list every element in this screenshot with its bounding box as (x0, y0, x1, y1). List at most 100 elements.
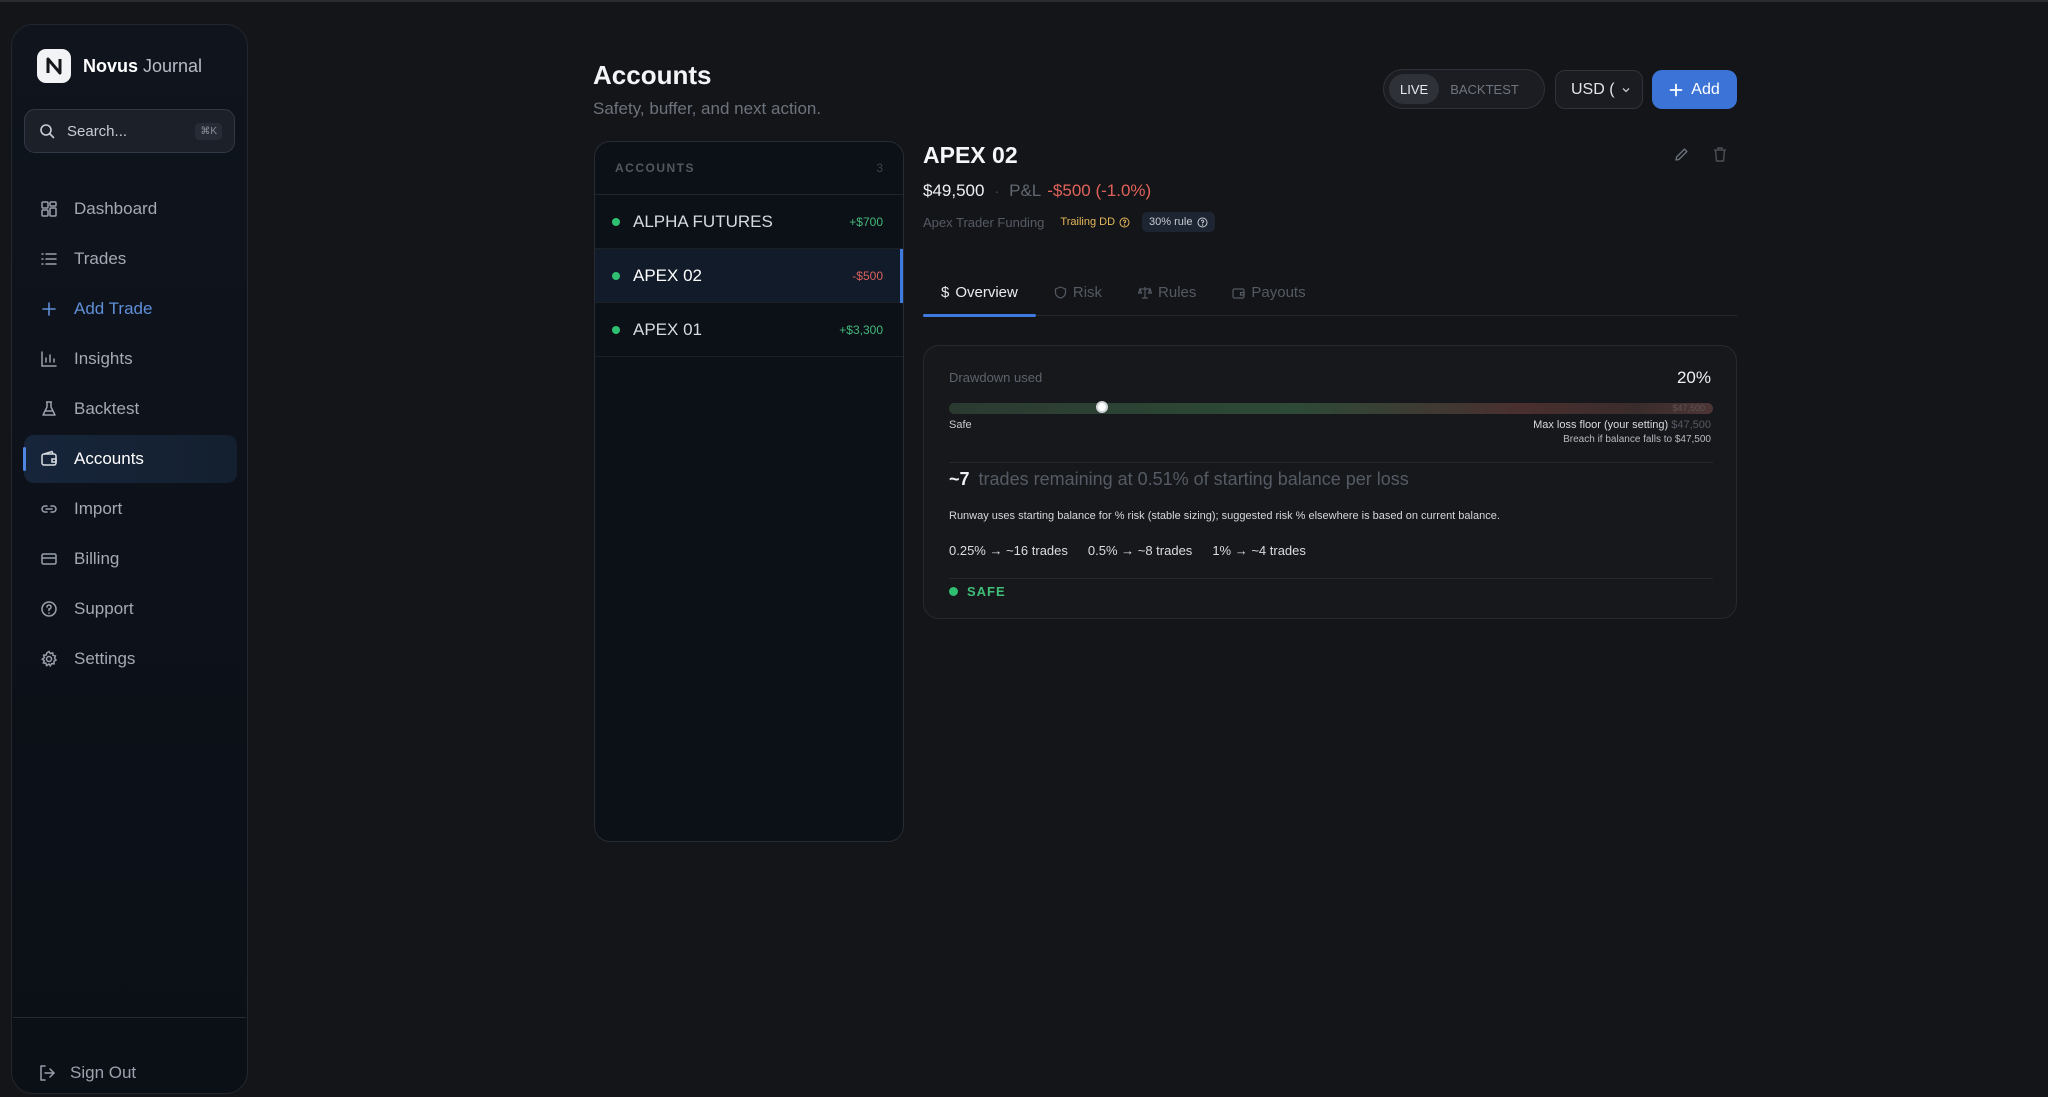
info-icon (1197, 217, 1208, 228)
account-name: ALPHA FUTURES (633, 211, 773, 231)
scenario-item: 0.5% → ~8 trades (1087, 543, 1193, 558)
sidebar-item-label: Trades (74, 249, 127, 268)
pnl-label: P&L (1009, 181, 1042, 200)
add-label: Add (1691, 80, 1720, 98)
brand-sub: Journal (143, 55, 203, 76)
trailing-dd-label: Trailing DD (1060, 216, 1116, 228)
dashboard-icon (38, 198, 60, 220)
accounts-list-heading: ACCOUNTS (615, 161, 695, 175)
bar-end-label: $47,500 (1672, 403, 1705, 413)
card-divider (949, 462, 1713, 463)
top-border (0, 0, 2048, 2)
chart-icon (38, 348, 60, 370)
tab-payouts[interactable]: Payouts (1214, 268, 1323, 316)
dollar-icon: $ (941, 283, 950, 301)
tab-overview[interactable]: $ Overview (923, 268, 1036, 317)
account-name: APEX 02 (633, 265, 702, 285)
sidebar-item-billing[interactable]: Billing (24, 535, 237, 583)
account-row-apex-02[interactable]: APEX 02 -$500 (595, 249, 903, 303)
scenario-item: 1% → ~4 trades (1212, 543, 1306, 558)
plus-icon (1669, 83, 1683, 97)
mode-live-button[interactable]: LIVE (1389, 74, 1440, 104)
add-account-button[interactable]: Add (1652, 70, 1737, 109)
chevron-down-icon (1621, 85, 1631, 95)
sidebar-item-backtest[interactable]: Backtest (24, 385, 237, 433)
status-dot (612, 325, 620, 334)
sidebar-item-label: Billing (74, 549, 120, 568)
scale-icon (1138, 286, 1153, 299)
account-name: APEX 01 (633, 319, 702, 339)
shield-icon (1054, 285, 1067, 299)
info-icon (1119, 217, 1130, 228)
status-dot (612, 271, 620, 280)
logout-icon (38, 1064, 56, 1082)
account-row-alpha-futures[interactable]: ALPHA FUTURES +$700 (595, 195, 903, 249)
runway-count: ~7 (949, 469, 970, 489)
sidebar-item-settings[interactable]: Settings (24, 635, 237, 683)
sidebar-item-label: Import (74, 499, 123, 518)
status-dot (612, 217, 620, 226)
sidebar-item-accounts[interactable]: Accounts (23, 435, 237, 483)
search-input[interactable]: Search... ⌘K (24, 109, 235, 153)
page-title: Accounts (593, 60, 712, 90)
tab-rules[interactable]: Rules (1120, 268, 1214, 316)
trash-icon[interactable] (1712, 146, 1728, 163)
sidebar-item-label: Add Trade (74, 299, 153, 318)
sign-out-button[interactable]: Sign Out (38, 1063, 136, 1083)
drawdown-percent: 20% (1676, 368, 1711, 387)
brand-name: Novus (83, 55, 139, 76)
accounts-count: 3 (876, 161, 883, 175)
trailing-dd-badge[interactable]: Trailing DD (1060, 216, 1130, 228)
breach-label: Breach if balance falls to $47,500 (1563, 434, 1711, 445)
scenario-item: 0.25% → ~16 trades (949, 543, 1068, 558)
sidebar: Novus Journal Search... ⌘K Dashboard Trad… (11, 24, 248, 1094)
sidebar-item-label: Insights (74, 349, 133, 368)
card-divider (949, 578, 1713, 579)
account-meta: Apex Trader Funding Trailing DD 30% rule (923, 212, 1216, 232)
drawdown-label: Drawdown used (949, 370, 1043, 385)
firm-name: Apex Trader Funding (923, 214, 1045, 230)
max-loss-floor: Max loss floor (your setting) $47,500 (1533, 419, 1711, 431)
mode-backtest-button[interactable]: BACKTEST (1439, 74, 1530, 104)
runway-text: trades remaining at 0.51% of starting ba… (978, 469, 1409, 489)
account-pnl: +$700 (849, 214, 883, 229)
status-dot (949, 587, 958, 596)
account-row-apex-01[interactable]: APEX 01 +$3,300 (595, 303, 903, 357)
plus-icon (38, 298, 60, 320)
search-shortcut: ⌘K (195, 122, 222, 140)
status-badge: SAFE (949, 584, 1006, 599)
sidebar-item-trades[interactable]: Trades (24, 235, 237, 283)
account-balance: $49,500 (923, 181, 985, 200)
account-pnl: -$500 (852, 268, 883, 283)
brand[interactable]: Novus Journal (37, 49, 202, 83)
tab-label: Overview (955, 283, 1018, 301)
edit-icon[interactable] (1673, 146, 1690, 163)
rule-badge[interactable]: 30% rule (1142, 212, 1216, 232)
sidebar-item-add-trade[interactable]: Add Trade (24, 285, 237, 333)
sidebar-item-label: Accounts (74, 449, 144, 468)
accounts-list-header: ACCOUNTS 3 (595, 142, 903, 195)
tab-label: Risk (1072, 283, 1103, 301)
accounts-list-panel: ACCOUNTS 3 ALPHA FUTURES +$700 APEX 02 -… (594, 141, 904, 842)
currency-select[interactable]: USD ( (1555, 70, 1643, 109)
floor-amount: $47,500 (1671, 419, 1711, 431)
sidebar-item-support[interactable]: Support (24, 585, 237, 633)
drawdown-indicator (1095, 401, 1108, 413)
logo-icon (37, 49, 71, 83)
sidebar-item-import[interactable]: Import (24, 485, 237, 533)
help-icon (38, 598, 60, 620)
flask-icon (38, 398, 60, 420)
sidebar-item-label: Dashboard (74, 199, 158, 218)
wallet-icon (38, 448, 60, 470)
sidebar-item-label: Support (74, 599, 134, 618)
tab-risk[interactable]: Risk (1036, 268, 1120, 316)
sidebar-item-dashboard[interactable]: Dashboard (24, 185, 237, 233)
drawdown-bar: $47,500 (949, 401, 1713, 414)
rule-label: 30% rule (1149, 216, 1193, 228)
account-pnl: +$3,300 (839, 322, 883, 337)
tab-label: Payouts (1251, 283, 1306, 301)
page-subtitle: Safety, buffer, and next action. (593, 99, 822, 118)
pnl-value: -$500 (-1.0%) (1047, 181, 1152, 200)
sidebar-item-insights[interactable]: Insights (24, 335, 237, 383)
search-placeholder: Search... (67, 122, 128, 140)
